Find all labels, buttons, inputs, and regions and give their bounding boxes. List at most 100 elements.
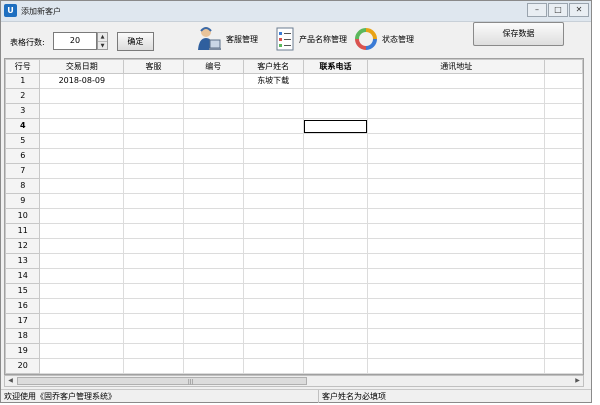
grid-cell[interactable] (182, 268, 244, 284)
grid-cell[interactable] (39, 133, 125, 149)
grid-cell[interactable] (242, 358, 304, 374)
grid-cell[interactable] (123, 343, 184, 359)
grid-cell[interactable] (302, 343, 369, 359)
grid-cell[interactable] (123, 313, 184, 329)
grid-cell[interactable] (302, 73, 369, 89)
grid-cell[interactable] (182, 178, 244, 194)
grid-cell[interactable] (544, 163, 583, 179)
grid-cell[interactable] (367, 118, 546, 134)
grid-cell[interactable] (242, 178, 304, 194)
grid-cell[interactable] (302, 133, 369, 149)
close-icon[interactable]: ✕ (569, 3, 589, 17)
grid-cell[interactable] (39, 283, 125, 299)
grid-cell[interactable] (182, 298, 244, 314)
grid-cell[interactable] (367, 358, 546, 374)
save-data-button[interactable]: 保存数据 (473, 22, 564, 46)
grid-cell[interactable] (242, 148, 304, 164)
grid-cell[interactable] (544, 193, 583, 209)
grid-cell[interactable] (182, 103, 244, 119)
grid-cell[interactable] (242, 193, 304, 209)
grid-cell[interactable] (367, 88, 546, 104)
grid-cell[interactable] (182, 358, 244, 374)
grid-cell[interactable] (123, 73, 184, 89)
grid-cell[interactable] (302, 358, 369, 374)
grid-cell[interactable] (242, 283, 304, 299)
grid-cell[interactable] (182, 193, 244, 209)
grid-cell[interactable] (123, 328, 184, 344)
product-name-button[interactable]: 产品名称管理 (276, 26, 347, 52)
grid-cell[interactable] (39, 208, 125, 224)
column-header[interactable]: 客服 (123, 59, 184, 74)
column-header[interactable]: 联系电话 (302, 59, 369, 74)
grid-cell[interactable] (123, 253, 184, 269)
grid-cell[interactable] (182, 238, 244, 254)
grid-cell[interactable] (39, 178, 125, 194)
grid-cell[interactable] (302, 103, 369, 119)
grid-cell[interactable] (367, 73, 546, 89)
grid-cell[interactable] (544, 313, 583, 329)
spin-down-icon[interactable]: ▼ (98, 42, 107, 50)
grid-cell[interactable] (544, 283, 583, 299)
grid-cell[interactable]: 2018-08-09 (39, 73, 125, 89)
grid-cell[interactable] (367, 193, 546, 209)
grid-cell[interactable] (39, 253, 125, 269)
grid-cell[interactable] (182, 163, 244, 179)
confirm-button[interactable]: 确定 (117, 32, 154, 51)
grid-cell[interactable] (39, 148, 125, 164)
grid-cell[interactable] (123, 148, 184, 164)
grid-cell[interactable] (367, 223, 546, 239)
grid-cell[interactable] (302, 238, 369, 254)
grid-cell[interactable] (302, 208, 369, 224)
grid-cell[interactable] (367, 178, 546, 194)
grid-cell[interactable] (367, 298, 546, 314)
grid-cell[interactable] (123, 298, 184, 314)
grid-cell[interactable] (367, 313, 546, 329)
grid-cell[interactable] (302, 268, 369, 284)
grid-cell[interactable] (123, 133, 184, 149)
grid-cell[interactable] (302, 193, 369, 209)
grid-cell[interactable] (39, 358, 125, 374)
grid-cell[interactable] (182, 283, 244, 299)
grid-cell[interactable] (123, 193, 184, 209)
status-management-button[interactable]: 状态管理 (355, 26, 414, 52)
grid-cell[interactable] (242, 253, 304, 269)
grid-cell[interactable] (123, 178, 184, 194)
grid-cell[interactable] (302, 313, 369, 329)
grid-cell[interactable] (544, 103, 583, 119)
grid-cell[interactable] (182, 313, 244, 329)
grid-cell[interactable] (39, 163, 125, 179)
grid-cell[interactable] (367, 163, 546, 179)
grid-cell[interactable] (544, 133, 583, 149)
scroll-right-icon[interactable]: ▶ (572, 376, 583, 386)
scroll-left-icon[interactable]: ◀ (5, 376, 16, 386)
grid-cell[interactable] (367, 133, 546, 149)
grid-cell[interactable] (242, 133, 304, 149)
grid-cell[interactable] (123, 238, 184, 254)
grid-cell[interactable] (367, 208, 546, 224)
grid-cell[interactable] (39, 103, 125, 119)
maximize-icon[interactable]: □ (548, 3, 568, 17)
column-header[interactable]: 行号 (5, 59, 41, 74)
grid-cell[interactable] (39, 343, 125, 359)
grid-cell[interactable] (242, 88, 304, 104)
grid-cell[interactable] (302, 223, 369, 239)
grid-cell[interactable] (242, 268, 304, 284)
grid-cell[interactable] (242, 223, 304, 239)
grid-cell[interactable] (182, 208, 244, 224)
grid-cell[interactable] (242, 118, 304, 134)
grid-cell[interactable] (123, 103, 184, 119)
grid-cell[interactable] (302, 148, 369, 164)
horizontal-scrollbar[interactable]: ◀ ||| ▶ (4, 375, 584, 387)
grid-cell[interactable] (39, 88, 125, 104)
grid-cell[interactable] (367, 268, 546, 284)
title-bar[interactable]: U 添加新客户 – □ ✕ (1, 1, 591, 22)
grid-cell[interactable] (544, 358, 583, 374)
grid-cell[interactable] (39, 328, 125, 344)
grid-cell[interactable] (39, 238, 125, 254)
grid-cell[interactable] (544, 88, 583, 104)
grid-cell[interactable] (302, 88, 369, 104)
grid-cell[interactable] (367, 283, 546, 299)
column-header[interactable]: 编号 (182, 59, 244, 74)
grid-cell[interactable] (182, 223, 244, 239)
grid-cell[interactable]: 东坡下载 (242, 73, 304, 89)
